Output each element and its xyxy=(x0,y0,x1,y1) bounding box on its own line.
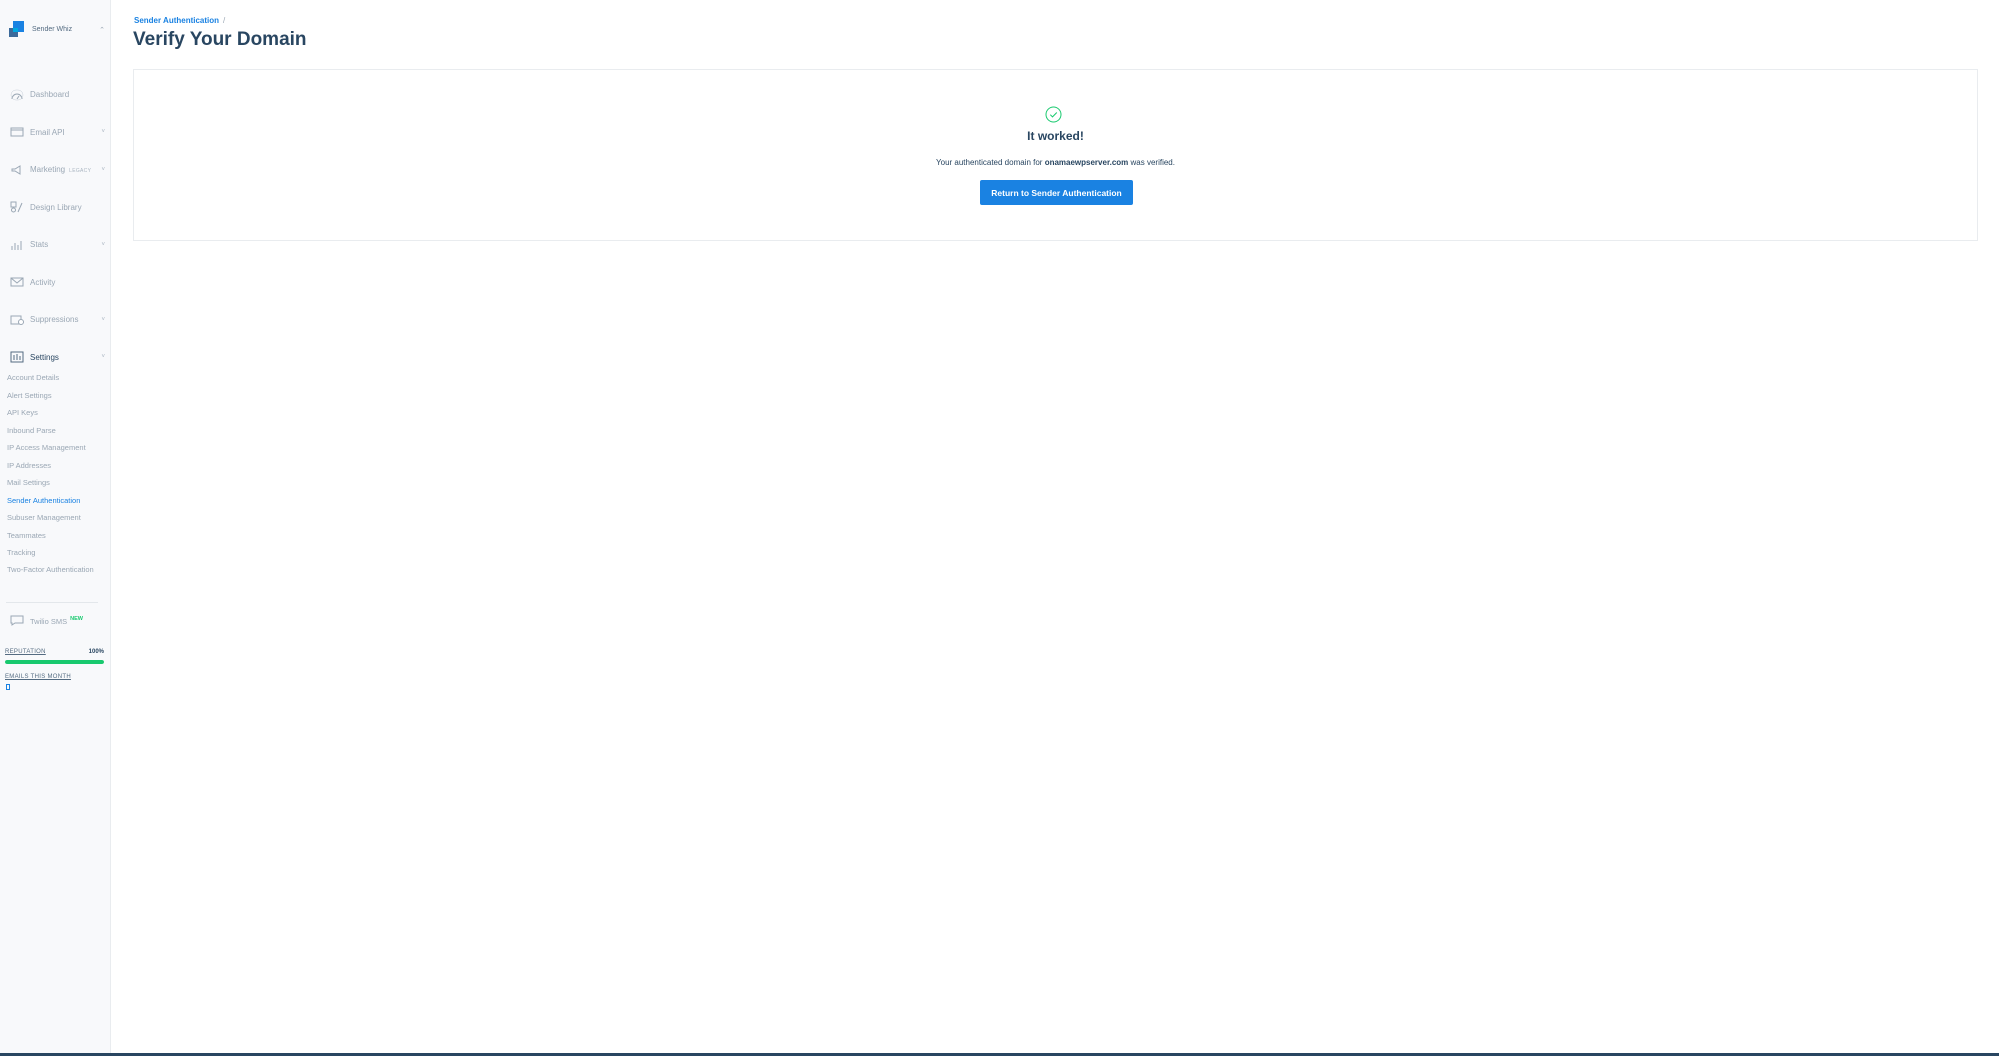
settings-subitem-inbound-parse[interactable]: Inbound Parse xyxy=(7,424,107,442)
return-to-sender-authentication-button[interactable]: Return to Sender Authentication xyxy=(980,180,1133,205)
design-library-icon xyxy=(10,201,24,213)
settings-subitem-account-details[interactable]: Account Details xyxy=(7,371,107,389)
settings-subitem-mail-settings[interactable]: Mail Settings xyxy=(7,476,107,494)
sidebar-item-suppressions[interactable]: Suppressions ˅ xyxy=(0,301,111,339)
account-switcher[interactable]: Sender Whiz ⌃ xyxy=(9,21,105,38)
sidebar-item-email-api[interactable]: Email API ˅ xyxy=(0,114,111,152)
page-title: Verify Your Domain xyxy=(133,29,307,50)
breadcrumb-separator: / xyxy=(223,16,226,25)
settings-subitem-ip-access-management[interactable]: IP Access Management xyxy=(7,441,107,459)
sidebar-item-label: Marketing LEGACY xyxy=(30,165,92,175)
main-nav: Dashboard Email API ˅ Marketing LEGACY ˅ Desig… xyxy=(0,76,111,376)
twilio-sms-label: Twilio SMS xyxy=(30,617,68,626)
reputation-bar-fill xyxy=(5,660,104,664)
settings-subitem-teammates[interactable]: Teammates xyxy=(7,529,107,547)
sidebar-item-label: Dashboard xyxy=(30,90,70,100)
chevron-down-icon: ˅ xyxy=(101,241,105,248)
emails-this-month-label[interactable]: EMAILS THIS MONTH xyxy=(5,674,71,680)
email-api-icon xyxy=(10,127,24,138)
sidebar-item-dashboard[interactable]: Dashboard xyxy=(0,76,111,114)
check-circle-icon xyxy=(1045,106,1062,123)
result-message-suffix: was verified. xyxy=(1128,158,1175,167)
breadcrumb-link-sender-authentication[interactable]: Sender Authentication xyxy=(134,16,219,25)
sidebar-item-twilio-sms[interactable]: Twilio SMS NEW xyxy=(10,615,83,628)
settings-subitem-two-factor-authentication[interactable]: Two-Factor Authentication xyxy=(7,564,107,591)
sidebar-item-label: Suppressions xyxy=(30,315,79,325)
result-message-prefix: Your authenticated domain for xyxy=(936,158,1045,167)
chevron-down-icon: ⌃ xyxy=(99,26,105,34)
sidebar-item-activity[interactable]: Activity xyxy=(0,264,111,302)
verification-result-card: It worked! Your authenticated domain for… xyxy=(133,69,1978,241)
reputation-bar xyxy=(5,660,104,664)
activity-icon xyxy=(10,277,24,288)
settings-subitem-alert-settings[interactable]: Alert Settings xyxy=(7,389,107,407)
dashboard-icon xyxy=(10,89,24,100)
settings-subitem-sender-authentication[interactable]: Sender Authentication xyxy=(7,494,107,512)
sidebar-item-label: Design Library xyxy=(30,202,82,212)
settings-subitem-api-keys[interactable]: API Keys xyxy=(7,406,107,424)
chat-icon xyxy=(10,615,24,628)
reputation-value: 100% xyxy=(88,649,104,655)
sidebar-item-stats[interactable]: Stats ˅ xyxy=(0,226,111,264)
settings-subitem-tracking[interactable]: Tracking xyxy=(7,546,107,564)
chevron-down-icon: ˅ xyxy=(101,316,105,323)
emails-this-month-indicator xyxy=(6,684,10,690)
new-badge: NEW xyxy=(70,615,83,622)
sidebar-item-label: Stats xyxy=(30,240,49,250)
verified-domain: onamaewpserver.com xyxy=(1044,158,1129,167)
account-name: Sender Whiz xyxy=(32,26,73,33)
marketing-icon xyxy=(10,164,24,175)
breadcrumb: Sender Authentication / xyxy=(134,16,225,25)
sendgrid-logo xyxy=(9,21,26,38)
sidebar-divider xyxy=(6,602,98,603)
result-heading: It worked! xyxy=(1027,129,1084,143)
sidebar-item-label: Activity xyxy=(30,277,56,287)
stats-icon xyxy=(10,239,24,250)
chevron-down-icon: ˅ xyxy=(101,166,105,173)
sidebar: Sender Whiz ⌃ Dashboard Email API ˅ Marketi… xyxy=(0,0,111,1053)
settings-subitem-subuser-management[interactable]: Subuser Management xyxy=(7,511,107,529)
chevron-down-icon: ˅ xyxy=(101,129,105,136)
sidebar-item-label: Settings xyxy=(30,352,59,362)
chevron-down-icon: ˅ xyxy=(101,354,105,361)
sidebar-item-label: Email API xyxy=(30,127,65,137)
suppressions-icon xyxy=(10,314,24,325)
settings-subnav: Account Details Alert Settings API Keys Inb… xyxy=(7,371,107,591)
reputation-label[interactable]: REPUTATION xyxy=(5,649,46,655)
result-message: Your authenticated domain for onamaewpse… xyxy=(134,158,1977,167)
sidebar-item-marketing[interactable]: Marketing LEGACY ˅ xyxy=(0,151,111,189)
reputation-meter: REPUTATION 100% xyxy=(5,649,104,664)
settings-icon xyxy=(10,351,24,363)
settings-subitem-ip-addresses[interactable]: IP Addresses xyxy=(7,459,107,477)
legacy-badge: LEGACY xyxy=(69,168,92,175)
sidebar-item-design-library[interactable]: Design Library xyxy=(0,189,111,227)
